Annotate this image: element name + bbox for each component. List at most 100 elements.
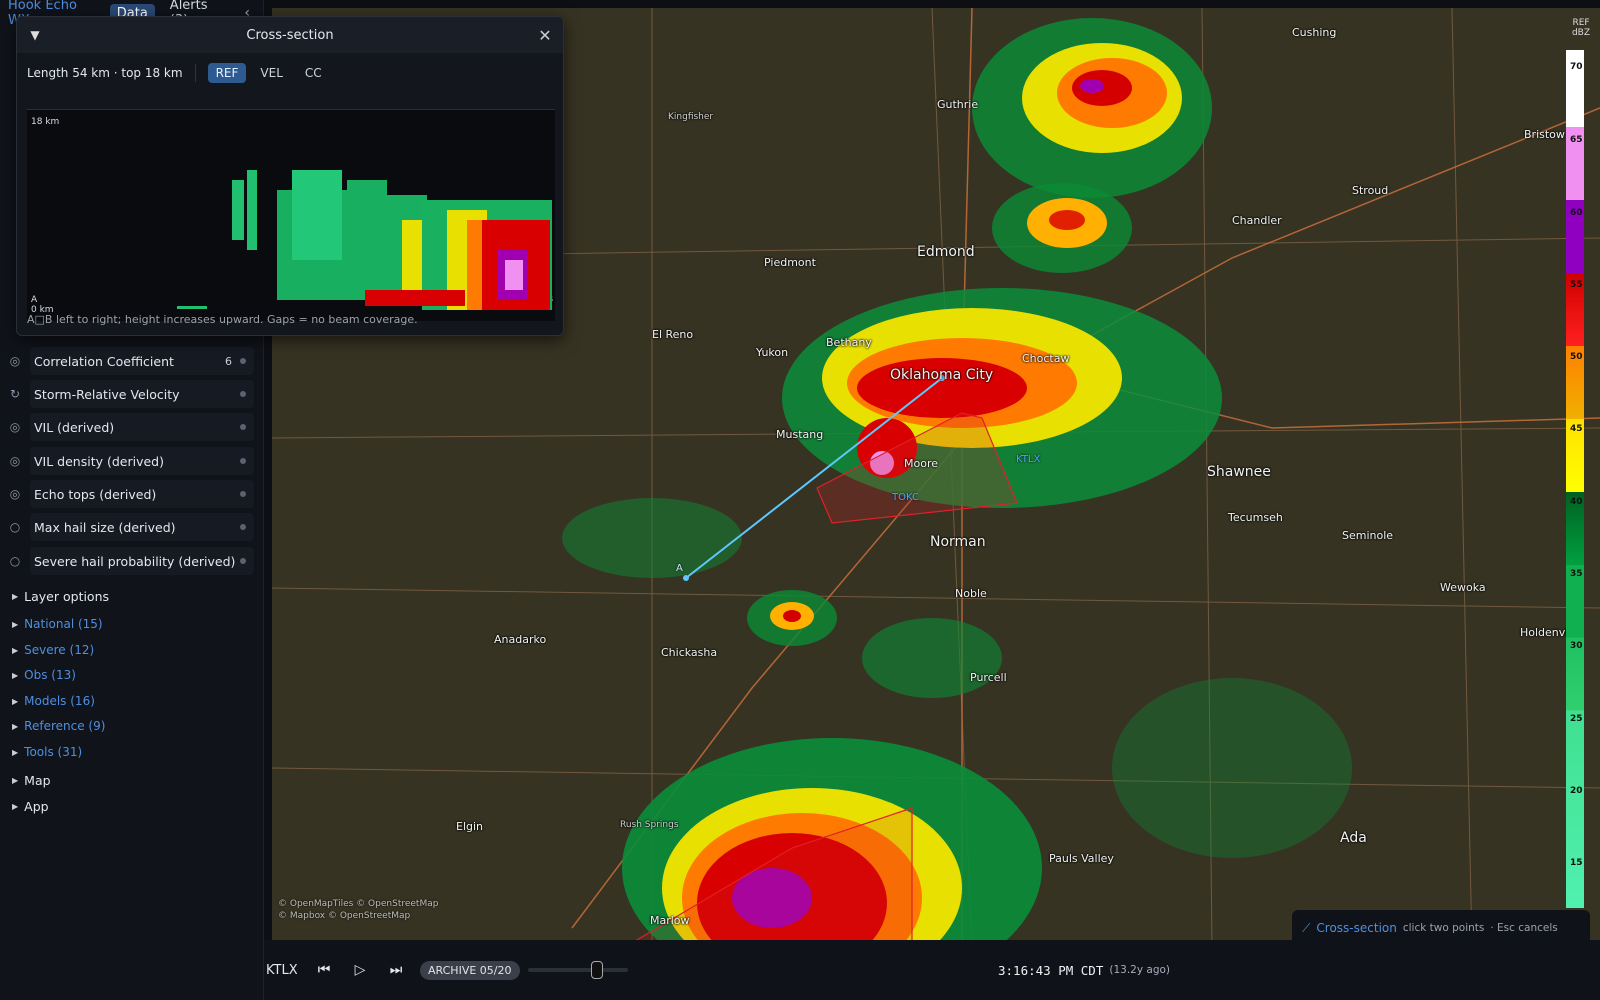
product-vel-button[interactable]: VEL (252, 63, 290, 83)
city-label: Guthrie (937, 98, 979, 111)
status-dot[interactable] (240, 458, 246, 464)
legend-title: REF dBZ (1571, 18, 1591, 38)
layer-count: 6 (225, 354, 232, 368)
cross-section-note: A□B left to right; height increases upwa… (27, 313, 418, 326)
divider (194, 64, 196, 82)
section-label-a: A (676, 563, 683, 574)
group-national[interactable]: ▶ National (15) (12, 617, 103, 631)
layer-severe-hail-probability[interactable]: ○ Severe hail probability (derived) (0, 547, 264, 575)
city-label: Oklahoma City (890, 367, 994, 383)
radar-site-ktlx[interactable]: KTLX (1016, 454, 1040, 465)
legend-tick: 15 (1570, 858, 1583, 868)
reflectivity-legend: REF dBZ 70 65 60 55 50 45 40 35 30 25 20… (1566, 18, 1598, 910)
city-label: Stroud (1352, 184, 1389, 197)
layer-label: Echo tops (derived) (34, 486, 157, 502)
legend-tick: 40 (1570, 497, 1583, 507)
layer-label: Correlation Coefficient (34, 353, 174, 369)
city-label: Cushing (1292, 26, 1337, 39)
hint-subtitle-2: · Esc cancels (1490, 922, 1558, 934)
collapse-triangle-icon[interactable]: ▼ (17, 28, 53, 42)
city-label: Norman (930, 534, 986, 550)
section-point-a (683, 575, 689, 581)
city-label: Shawnee (1207, 464, 1271, 480)
status-dot[interactable] (240, 424, 246, 430)
slider-thumb[interactable] (590, 961, 603, 979)
app-root: Hook Echo WX Data Alerts (3) ‹ ◎ Correla… (0, 0, 1600, 1000)
city-label: El Reno (652, 328, 694, 341)
cross-section-panel[interactable]: ▼ Cross-section ✕ Length 54 km · top 18 … (16, 16, 564, 336)
city-label: Ada (1340, 830, 1367, 846)
group-obs[interactable]: ▶ Obs (13) (12, 668, 76, 682)
legend-tick: 20 (1570, 786, 1583, 796)
status-dot[interactable] (240, 491, 246, 497)
skip-forward-icon[interactable]: ⏭ (378, 962, 414, 978)
timestamp: 3:16:43 PM CDT (13.2y ago) (998, 940, 1170, 1000)
time-text: 3:16:43 PM CDT (998, 962, 1104, 978)
section-length-text: Length 54 km · top 18 km (27, 66, 183, 80)
group-models[interactable]: ▶ Models (16) (12, 694, 95, 708)
group-layer-options[interactable]: ▶ Layer options (12, 589, 109, 604)
legend-tick: 45 (1570, 424, 1583, 434)
chevron-right-icon: ▶ (12, 802, 19, 811)
legend-tick: 65 (1570, 135, 1583, 145)
hint-subtitle: click two points (1402, 922, 1485, 934)
layer-correlation-coefficient[interactable]: ◎ Correlation Coefficient 6 (0, 347, 264, 375)
archive-badge[interactable]: ARCHIVE 05/20 (420, 960, 520, 980)
group-tools[interactable]: ▶ Tools (31) (12, 745, 82, 759)
city-label: Elgin (456, 820, 484, 833)
group-severe[interactable]: ▶ Severe (12) (12, 643, 94, 657)
layer-echo-tops[interactable]: ◎ Echo tops (derived) (0, 480, 264, 508)
skip-back-icon[interactable]: ⏮ (306, 962, 342, 978)
city-label: Choctaw (1022, 352, 1070, 365)
loop-slider[interactable] (527, 961, 628, 979)
play-icon[interactable]: ▷ (342, 962, 378, 978)
status-dot[interactable] (240, 358, 246, 364)
layer-label: Max hail size (derived) (34, 519, 176, 535)
point-a-label: A (31, 295, 38, 305)
city-label: Wewoka (1440, 581, 1486, 594)
group-map[interactable]: ▶ Map (12, 773, 51, 788)
layer-vil-density[interactable]: ◎ VIL density (derived) (0, 447, 264, 475)
target-icon: ◎ (9, 354, 21, 368)
radar-site-tokc[interactable]: TOKC (892, 492, 919, 503)
status-dot[interactable] (240, 524, 246, 530)
cross-section-canvas: 18 km A 0 km B (31, 117, 553, 315)
status-dot[interactable] (240, 391, 246, 397)
layer-storm-relative-velocity[interactable]: ↻ Storm-Relative Velocity (0, 380, 264, 408)
product-ref-button[interactable]: REF (207, 63, 247, 83)
product-cc-button[interactable]: CC (297, 63, 330, 83)
layer-max-hail-size[interactable]: ○ Max hail size (derived) (0, 513, 264, 541)
group-reference[interactable]: ▶ Reference (9) (12, 719, 105, 733)
city-label: Bristow (1524, 128, 1565, 141)
legend-tick: 50 (1570, 352, 1583, 362)
city-label: Chandler (1232, 214, 1282, 227)
hint-title[interactable]: Cross-section (1316, 921, 1396, 935)
map-attribution: © OpenMapTiles © OpenStreetMap © Mapbox … (278, 899, 439, 921)
city-label: Piedmont (764, 256, 816, 269)
layer-vil[interactable]: ◎ VIL (derived) (0, 413, 264, 441)
cross-section-header[interactable]: ▼ Cross-section ✕ (17, 17, 563, 53)
chevron-right-icon: ▶ (12, 747, 19, 757)
chevron-right-icon: ▶ (12, 776, 19, 785)
rotate-icon: ↻ (9, 387, 21, 401)
target-icon: ◎ (9, 454, 21, 468)
chevron-right-icon: ▶ (12, 721, 19, 731)
close-icon[interactable]: ✕ (527, 26, 563, 45)
chevron-right-icon: ▶ (12, 645, 19, 655)
city-label: Pauls Valley (1049, 852, 1114, 865)
target-icon: ◎ (9, 420, 21, 434)
cross-section-plot: 18 km A 0 km B (27, 109, 555, 321)
legend-tick: 30 (1570, 641, 1583, 651)
cross-section-title: Cross-section (246, 27, 334, 43)
circle-icon: ○ (9, 520, 21, 534)
radar-site-button[interactable]: KTLX (266, 963, 306, 978)
city-label: Tecumseh (1228, 511, 1283, 524)
city-label: Purcell (970, 671, 1007, 684)
target-icon: ◎ (9, 487, 21, 501)
group-app[interactable]: ▶ App (12, 799, 49, 814)
chevron-right-icon: ▶ (12, 592, 19, 601)
city-label: Rush Springs (620, 820, 679, 830)
legend-tick: 70 (1570, 62, 1583, 72)
layer-label: Storm-Relative Velocity (34, 386, 180, 402)
status-dot[interactable] (240, 558, 246, 564)
